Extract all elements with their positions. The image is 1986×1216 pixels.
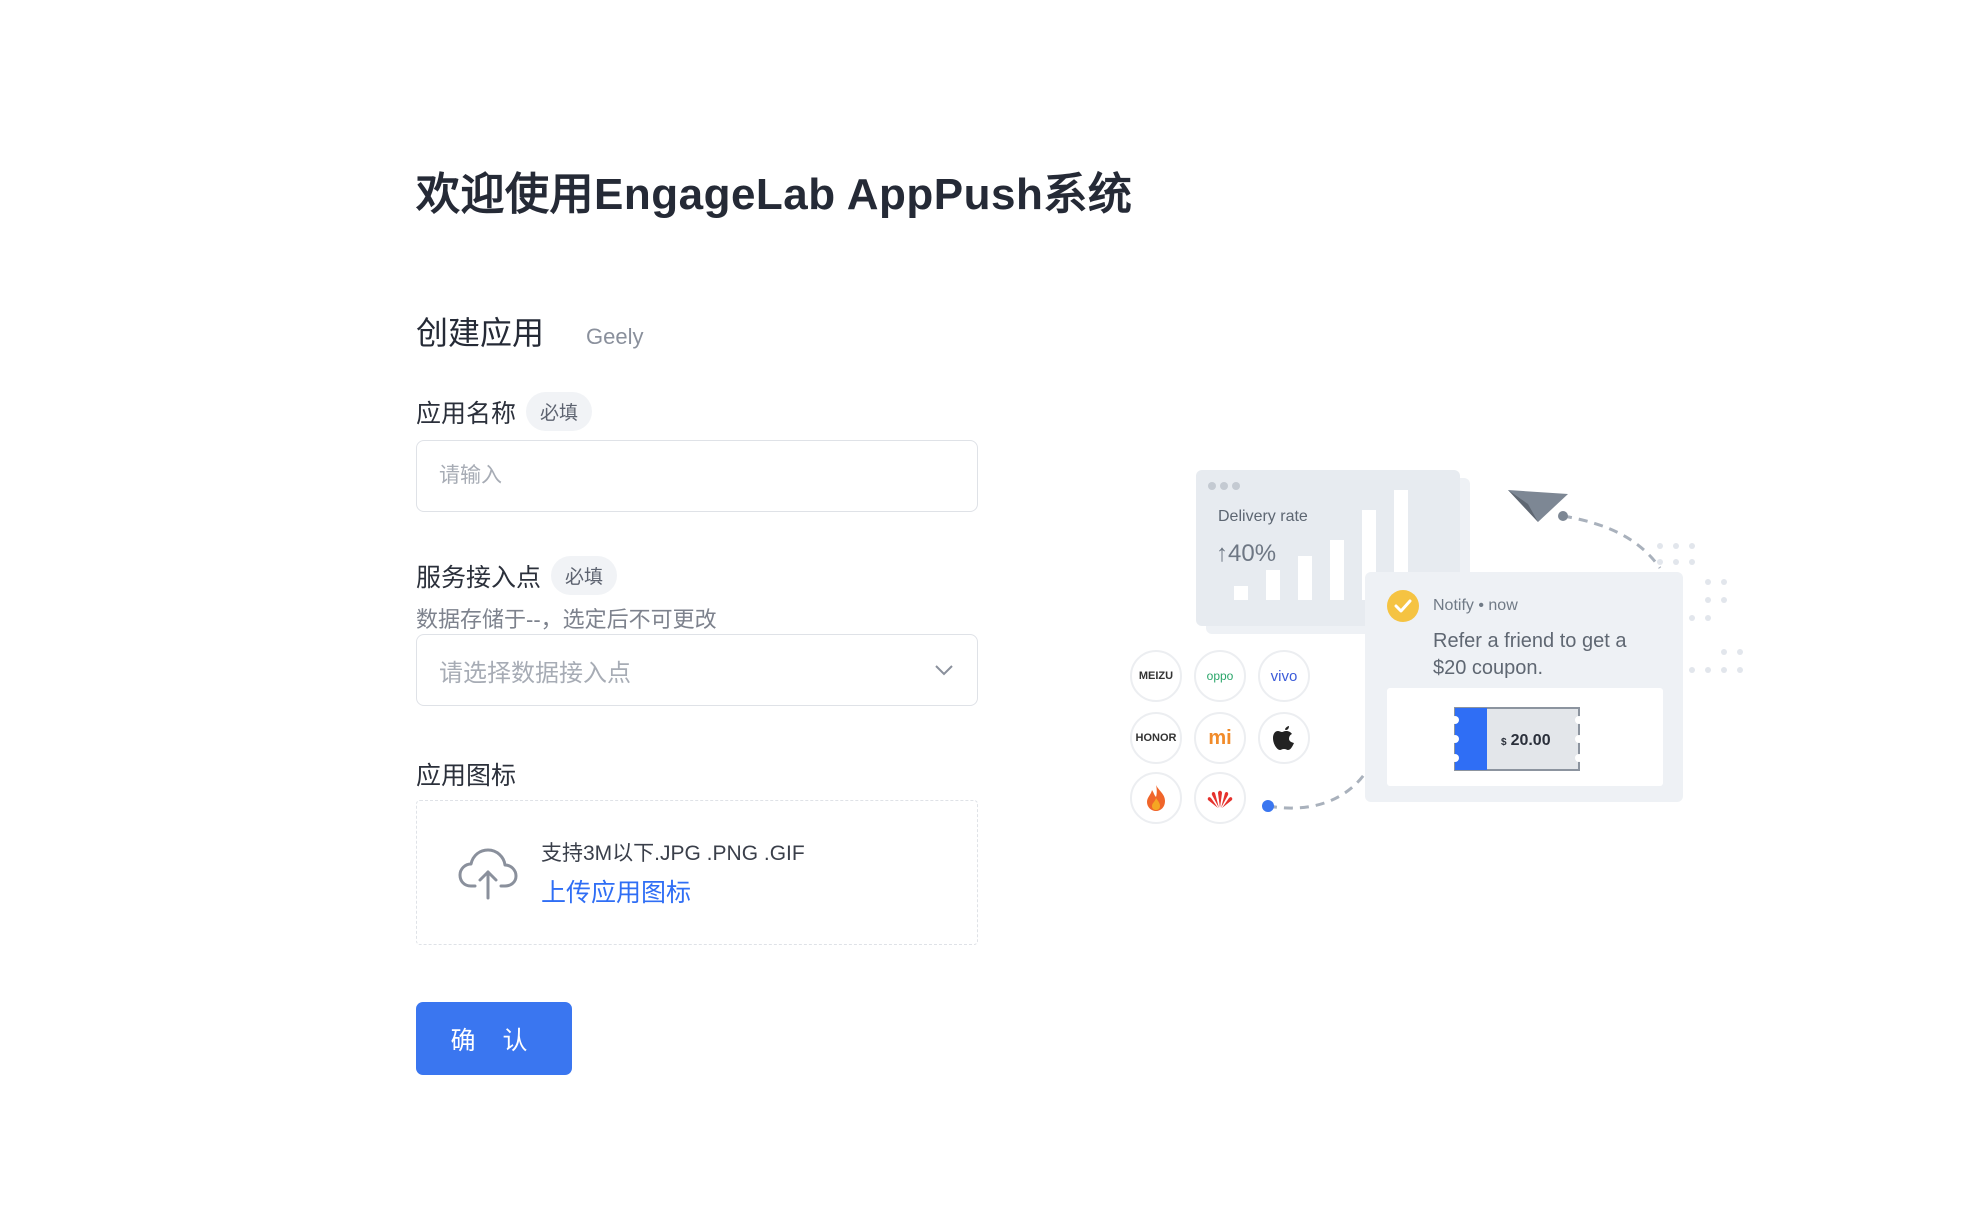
coupon-area: $20.00 [1387, 688, 1663, 786]
app-name-label: 应用名称 [416, 399, 517, 428]
bar [1298, 556, 1312, 600]
bar [1266, 570, 1280, 600]
organization-name: Geely [586, 324, 644, 349]
arrow-up-icon: ↑ [1216, 540, 1228, 567]
bar [1330, 540, 1344, 600]
service-point-label-row: 服务接入点 必填 [416, 556, 618, 595]
oppo-icon: oppo [1194, 650, 1246, 702]
coupon-ticket: $20.00 [1453, 706, 1581, 772]
required-badge: 必填 [526, 392, 593, 431]
flame-icon [1130, 772, 1182, 824]
xiaomi-icon: mi [1194, 712, 1246, 764]
upload-hint: 支持3M以下.JPG .PNG .GIF [541, 841, 805, 865]
icon-upload-area[interactable]: 支持3M以下.JPG .PNG .GIF 上传应用图标 [416, 800, 978, 945]
app-icon-label-row: 应用图标 [416, 756, 516, 792]
notification-card: Notify • now Refer a friend to get a $20… [1365, 572, 1683, 802]
create-app-page: 欢迎使用EngageLab AppPush系统 创建应用 Geely 应用名称 … [0, 0, 1986, 1216]
vivo-icon: vivo [1258, 650, 1310, 702]
notification-meta: Notify • now [1433, 597, 1518, 614]
app-name-label-row: 应用名称 必填 [416, 392, 593, 431]
confirm-button[interactable]: 确 认 [416, 1002, 572, 1075]
honor-icon: HONOR [1130, 712, 1182, 764]
chevron-down-icon [935, 665, 953, 676]
required-badge: 必填 [551, 556, 618, 595]
notification-header: Notify • now [1387, 590, 1518, 622]
section-header: 创建应用 Geely [416, 308, 644, 354]
service-point-label: 服务接入点 [416, 563, 542, 592]
app-icon-label: 应用图标 [416, 762, 517, 790]
meizu-icon: MEIZU [1130, 650, 1182, 702]
select-placeholder: 请选择数据接入点 [439, 659, 631, 687]
bar [1234, 586, 1248, 600]
app-name-input[interactable] [416, 440, 978, 512]
service-point-select[interactable]: 请选择数据接入点 [416, 634, 978, 706]
window-dots [1208, 482, 1240, 490]
section-title: 创建应用 [416, 315, 545, 351]
upload-icon-link[interactable]: 上传应用图标 [541, 873, 805, 909]
page-title: 欢迎使用EngageLab AppPush系统 [416, 170, 1133, 219]
huawei-icon [1194, 772, 1246, 824]
cloud-upload-icon [458, 848, 518, 899]
check-icon [1387, 590, 1419, 622]
push-illustration: Delivery rate ↑40% MEIZU oppo vivo HONOR [1120, 460, 1760, 860]
service-point-hint: 数据存储于--，选定后不可更改 [416, 607, 717, 632]
apple-icon [1258, 712, 1310, 764]
notification-message: Refer a friend to get a $20 coupon. [1433, 630, 1627, 679]
coupon-amount: $20.00 [1501, 732, 1551, 749]
upload-text-group: 支持3M以下.JPG .PNG .GIF 上传应用图标 [541, 837, 805, 909]
